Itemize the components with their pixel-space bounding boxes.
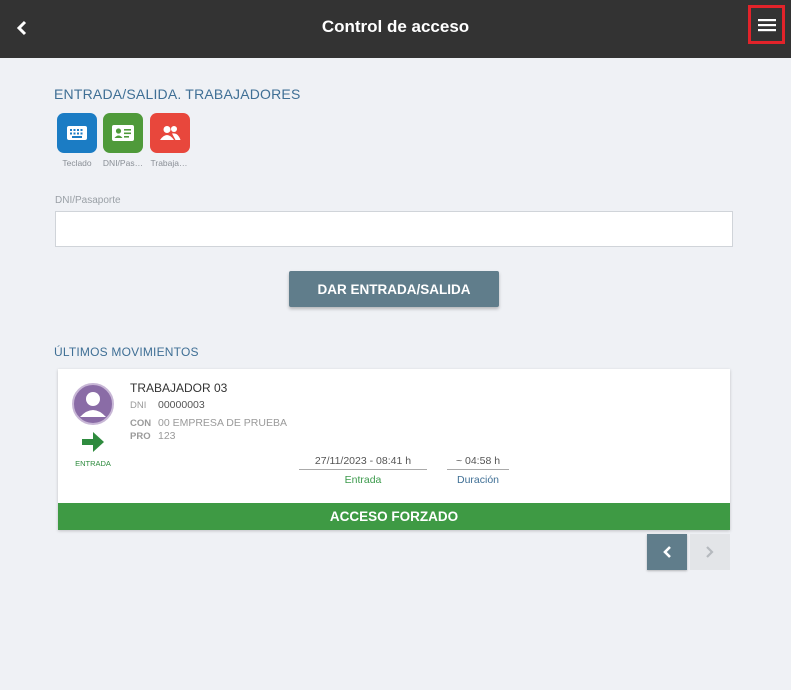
- page-title: Control de acceso: [321, 17, 470, 36]
- avatar: [72, 383, 114, 425]
- entry-caption: Entrada: [344, 474, 382, 486]
- mode-id-card-button[interactable]: [103, 113, 143, 153]
- users-icon: [160, 126, 181, 140]
- duration-value: ~ 04:58 h: [447, 455, 509, 470]
- dni-key: DNI: [130, 400, 147, 411]
- movement-card[interactable]: ENTRADA TRABAJADOR 03 DNI 00000003 CON 0…: [58, 369, 730, 530]
- pro-value: 123: [158, 430, 176, 442]
- register-entry-exit-button[interactable]: DAR ENTRADA/SALIDA: [289, 271, 499, 307]
- duration-caption: Duración: [456, 474, 500, 486]
- chevron-right-icon: [706, 546, 714, 558]
- menu-button[interactable]: [748, 5, 785, 44]
- direction-label: ENTRADA: [75, 459, 111, 468]
- previous-page-button[interactable]: [647, 534, 687, 570]
- document-field-label: DNI/Pasaporte: [55, 195, 121, 206]
- hamburger-menu-icon: [757, 18, 776, 31]
- dni-value: 00000003: [158, 399, 205, 411]
- next-page-button[interactable]: [690, 534, 730, 570]
- chevron-left-icon: [663, 546, 671, 558]
- entry-section-title: ENTRADA/SALIDA. TRABAJADORES: [54, 86, 301, 102]
- document-input[interactable]: [55, 211, 733, 247]
- entry-time: 27/11/2023 - 08:41 h: [299, 455, 427, 470]
- user-silhouette-icon: [80, 392, 106, 417]
- con-value: 00 EMPRESA DE PRUEBA: [158, 417, 287, 429]
- status-banner: ACCESO FORZADO: [58, 503, 730, 530]
- mode-keyboard-button[interactable]: [57, 113, 97, 153]
- keyboard-icon: [67, 126, 87, 140]
- mode-workers-button[interactable]: [150, 113, 190, 153]
- id-card-icon: [112, 125, 134, 141]
- mode-keyboard-label: Teclado: [62, 158, 92, 168]
- app-header: Control de acceso: [0, 0, 791, 58]
- mode-id-card-label: DNI/Pas…: [102, 158, 144, 168]
- mode-workers-label: Trabaja…: [150, 158, 188, 168]
- movements-section-title: ÚLTIMOS MOVIMIENTOS: [54, 345, 199, 359]
- con-key: CON: [130, 418, 152, 429]
- pro-key: PRO: [130, 431, 151, 442]
- worker-name: TRABAJADOR 03: [130, 381, 228, 395]
- arrow-right-icon: [82, 432, 104, 452]
